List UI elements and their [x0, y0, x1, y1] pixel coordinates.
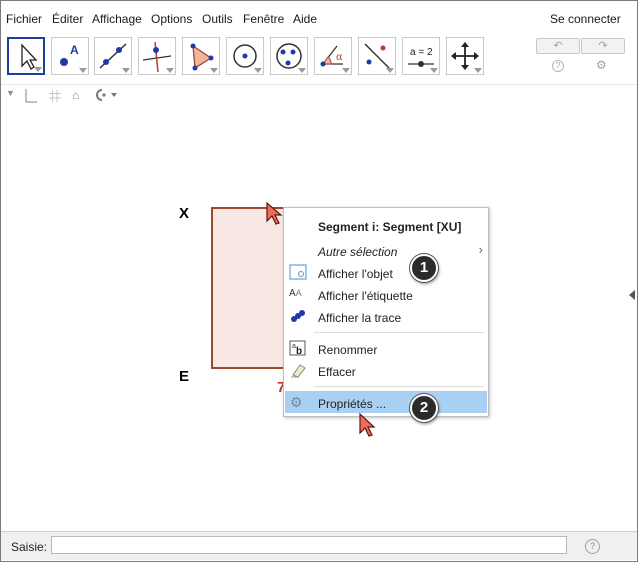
home-icon[interactable]: ⌂: [72, 88, 79, 102]
tool-menu-arrow-icon: [254, 68, 262, 73]
angle-tool-button[interactable]: α: [314, 37, 352, 75]
tool-menu-arrow-icon: [79, 68, 87, 73]
menu-item-afficher-objet[interactable]: Afficher l'objet: [318, 267, 393, 281]
settings-gear-icon[interactable]: ⚙: [596, 58, 607, 72]
menu-separator: [314, 332, 484, 333]
point-capture-icon[interactable]: [93, 88, 119, 105]
menu-item-autre-selection[interactable]: Autre sélection: [318, 245, 397, 259]
redo-button[interactable]: ↷: [581, 38, 625, 54]
menu-bar: Fichier Éditer Affichage Options Outils …: [1, 1, 637, 33]
gear-icon: ⚙: [290, 394, 303, 410]
context-menu: Segment i: Segment [XU] Autre sélection …: [283, 207, 489, 417]
input-label: Saisie:: [11, 540, 48, 554]
input-field[interactable]: [51, 536, 567, 554]
tool-menu-arrow-icon: [474, 68, 482, 73]
point-label-x[interactable]: X: [179, 205, 189, 222]
show-object-icon: [289, 264, 307, 280]
menu-separator: [314, 386, 484, 387]
tool-menu-arrow-icon: [342, 68, 350, 73]
line-tool-button[interactable]: [94, 37, 132, 75]
grid-icon[interactable]: [48, 89, 62, 106]
stylebar-toggle-icon[interactable]: ▼: [6, 88, 15, 98]
circle-tool-button[interactable]: [226, 37, 264, 75]
menu-item-afficher-trace[interactable]: Afficher la trace: [318, 311, 401, 325]
menu-fenetre[interactable]: Fenêtre: [243, 12, 284, 26]
tool-menu-arrow-icon: [430, 68, 438, 73]
eraser-icon: [291, 364, 306, 378]
point-label-e[interactable]: E: [179, 368, 189, 385]
svg-text:b: b: [296, 346, 302, 356]
tool-menu-arrow-icon: [386, 68, 394, 73]
slider-label: a = 2: [410, 47, 433, 58]
toolbar: A α a = 2 ↶ ↷ ? ⚙: [1, 33, 637, 83]
perpendicular-tool-button[interactable]: [138, 37, 176, 75]
input-help-icon[interactable]: ?: [585, 539, 600, 554]
chevron-right-icon: ›: [478, 242, 483, 257]
point-tool-button[interactable]: A: [51, 37, 89, 75]
svg-text:α: α: [336, 52, 343, 63]
context-menu-title: Segment i: Segment [XU]: [318, 220, 462, 234]
slider-tool-button[interactable]: a = 2: [402, 37, 440, 75]
move-tool-button[interactable]: [7, 37, 45, 75]
undo-icon: ↶: [553, 40, 563, 52]
tool-menu-arrow-icon: [34, 67, 42, 72]
tool-menu-arrow-icon: [166, 68, 174, 73]
label-icon: AA: [289, 288, 302, 299]
conic-tool-button[interactable]: [270, 37, 308, 75]
tool-menu-arrow-icon: [122, 68, 130, 73]
trace-icon: [291, 310, 305, 322]
axes-icon[interactable]: [23, 88, 37, 107]
style-bar: ▼ ⌂: [1, 84, 637, 110]
reflect-tool-button[interactable]: [358, 37, 396, 75]
menu-editer[interactable]: Éditer: [52, 12, 83, 26]
menu-outils[interactable]: Outils: [202, 12, 233, 26]
rename-icon: ab: [289, 340, 306, 356]
menu-item-afficher-etiquette[interactable]: Afficher l'étiquette: [318, 289, 413, 303]
help-icon[interactable]: ?: [552, 60, 564, 72]
menu-aide[interactable]: Aide: [293, 12, 317, 26]
tool-menu-arrow-icon: [298, 68, 306, 73]
menu-item-proprietes[interactable]: Propriétés ...: [318, 397, 386, 411]
mouse-cursor-icon: [359, 412, 376, 437]
input-bar: Saisie: ?: [1, 531, 637, 560]
menu-fichier[interactable]: Fichier: [6, 12, 42, 26]
step-badge-1: 1: [410, 254, 438, 282]
step-badge-2: 2: [410, 394, 438, 422]
tool-menu-arrow-icon: [210, 68, 218, 73]
menu-affichage[interactable]: Affichage: [92, 12, 142, 26]
collapse-panel-arrow-icon[interactable]: [629, 290, 635, 300]
menu-item-renommer[interactable]: Renommer: [318, 343, 377, 357]
rectangle-polygon: [211, 207, 295, 369]
menu-options[interactable]: Options: [151, 12, 192, 26]
svg-text:A: A: [70, 43, 79, 57]
menu-item-effacer[interactable]: Effacer: [318, 365, 356, 379]
redo-icon: ↷: [598, 40, 608, 52]
polygon-tool-button[interactable]: [182, 37, 220, 75]
sign-in-link[interactable]: Se connecter: [550, 12, 621, 26]
move-view-tool-button[interactable]: [446, 37, 484, 75]
undo-button[interactable]: ↶: [536, 38, 580, 54]
mouse-cursor-icon: [266, 201, 283, 225]
